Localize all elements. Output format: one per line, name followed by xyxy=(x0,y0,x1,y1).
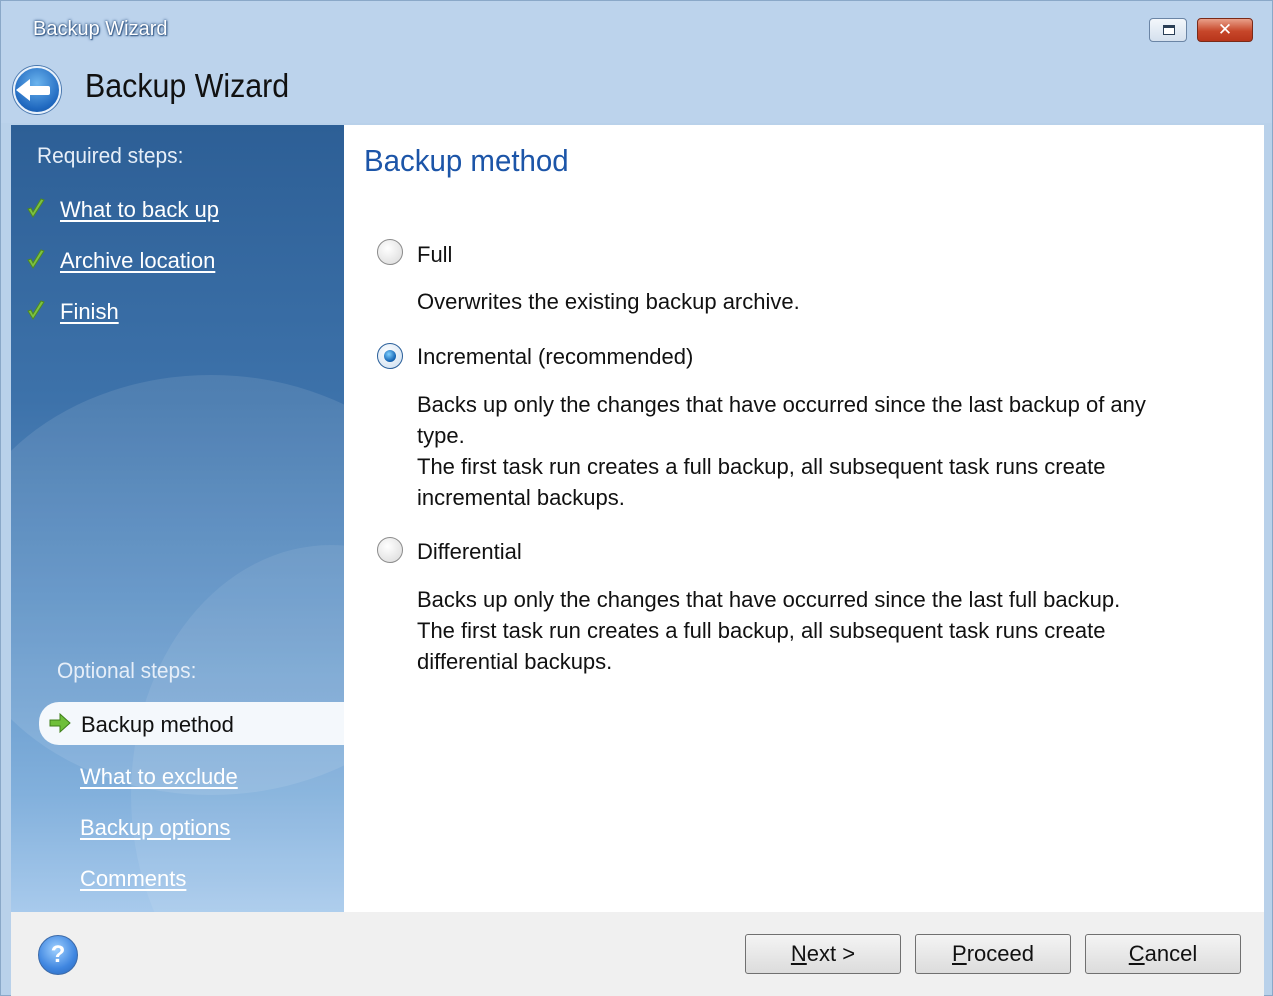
check-icon xyxy=(27,249,45,271)
help-icon[interactable]: ? xyxy=(38,935,78,975)
proceed-button[interactable]: Proceed xyxy=(915,934,1071,974)
active-step-backup-method[interactable]: Backup method xyxy=(39,702,344,745)
optional-steps-heading: Optional steps: xyxy=(57,658,197,683)
step-link-what-to-exclude[interactable]: What to exclude xyxy=(80,764,238,790)
window-title: Backup Wizard xyxy=(33,18,168,40)
close-icon: ✕ xyxy=(1217,20,1233,39)
wizard-title: Backup Wizard xyxy=(85,67,290,104)
step-link-backup-options[interactable]: Backup options xyxy=(80,815,230,841)
steps-sidebar: Required steps: What to back up Archive … xyxy=(11,125,344,912)
active-step-label: Backup method xyxy=(81,712,234,737)
description-line: Overwrites the existing backup archive. xyxy=(417,289,800,314)
close-button[interactable]: ✕ xyxy=(1197,18,1253,42)
restore-button[interactable] xyxy=(1149,18,1187,42)
description-line: Backs up only the changes that have occu… xyxy=(417,392,1146,417)
proceed-accel: P xyxy=(952,941,967,966)
cancel-accel: C xyxy=(1128,941,1145,966)
description-line: incremental backups. xyxy=(417,485,625,510)
backup-wizard-window: Backup Wizard ✕ Backup Wizard Required s… xyxy=(0,0,1273,996)
option-label-incremental[interactable]: Incremental (recommended) xyxy=(417,344,693,370)
page-title: Backup method xyxy=(364,143,569,178)
wizard-header: Backup Wizard xyxy=(1,63,1272,123)
description-line: The first task run creates a full backup… xyxy=(417,454,1106,479)
option-description-full: Overwrites the existing backup archive. xyxy=(417,286,1217,317)
cancel-label: ancel xyxy=(1144,941,1198,966)
step-link-what-to-back-up[interactable]: What to back up xyxy=(60,197,219,223)
step-link-comments[interactable]: Comments xyxy=(80,866,186,892)
next-button[interactable]: Next > xyxy=(745,934,901,974)
description-line: type. xyxy=(417,423,465,448)
radio-differential[interactable] xyxy=(377,537,403,563)
back-arrow-icon[interactable] xyxy=(13,66,61,114)
button-bar: ? Next > Proceed Cancel xyxy=(11,912,1264,996)
required-steps-heading: Required steps: xyxy=(37,143,184,168)
step-link-archive-location[interactable]: Archive location xyxy=(60,248,215,274)
restore-icon xyxy=(1163,25,1175,35)
proceed-label: roceed xyxy=(966,941,1034,966)
option-description-incremental: Backs up only the changes that have occu… xyxy=(417,389,1217,513)
description-line: Backs up only the changes that have occu… xyxy=(417,587,1121,612)
radio-incremental[interactable] xyxy=(377,343,403,369)
radio-selected-dot xyxy=(384,350,396,362)
option-label-full[interactable]: Full xyxy=(417,242,452,268)
title-bar[interactable]: Backup Wizard ✕ xyxy=(1,1,1272,63)
check-icon xyxy=(27,300,45,322)
check-icon xyxy=(27,198,45,220)
radio-full[interactable] xyxy=(377,239,403,265)
option-description-differential: Backs up only the changes that have occu… xyxy=(417,584,1217,677)
arrow-right-icon xyxy=(49,712,71,734)
next-accel: N xyxy=(790,941,807,966)
next-label: ext > xyxy=(806,941,856,966)
description-line: differential backups. xyxy=(417,649,613,674)
content-panel: Backup method Full Overwrites the existi… xyxy=(344,125,1264,912)
cancel-button[interactable]: Cancel xyxy=(1085,934,1241,974)
description-line: The first task run creates a full backup… xyxy=(417,618,1106,643)
step-link-finish[interactable]: Finish xyxy=(60,299,119,325)
option-label-differential[interactable]: Differential xyxy=(417,539,522,565)
